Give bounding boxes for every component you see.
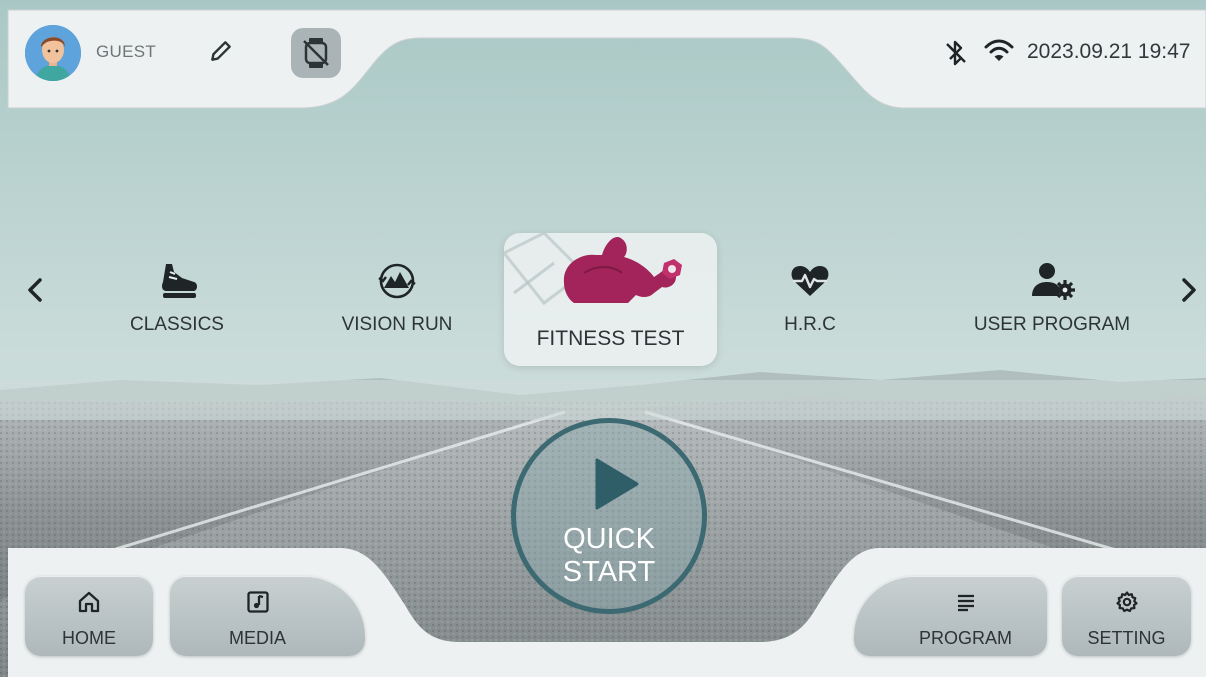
setting-label: SETTING: [1087, 628, 1166, 648]
carousel-next-button[interactable]: [1174, 270, 1204, 310]
chevron-right-icon: [1182, 278, 1196, 302]
program-label: PROGRAM: [918, 628, 1012, 648]
program-label: FITNESS TEST: [536, 327, 685, 350]
media-button[interactable]: MEDIA: [170, 576, 365, 656]
gear-icon: [1115, 591, 1138, 613]
user-name: GUEST: [96, 42, 157, 61]
home-button[interactable]: HOME: [25, 576, 153, 656]
watch-disconnected-icon: [303, 38, 329, 68]
carousel-prev-button[interactable]: [20, 270, 50, 310]
program-label: VISION RUN: [341, 314, 453, 335]
program-item-user-program[interactable]: USER PROGRAM: [967, 258, 1137, 336]
program-item-fitness-test-selected[interactable]: FITNESS TEST: [504, 233, 717, 366]
wifi-icon: [984, 38, 1014, 64]
media-label: MEDIA: [228, 628, 286, 648]
quick-start-button[interactable]: QUICK START: [511, 418, 707, 614]
datetime-display: 2023.09.21 19:47: [1027, 40, 1191, 63]
program-button[interactable]: PROGRAM: [854, 576, 1047, 656]
program-label: CLASSICS: [130, 314, 224, 335]
music-note-icon: [246, 591, 269, 613]
program-item-vision-run[interactable]: VISION RUN: [312, 258, 482, 336]
avatar-icon: [25, 25, 81, 81]
home-icon: [78, 591, 100, 613]
program-item-hrc[interactable]: H.R.C: [725, 258, 895, 336]
heart-rate-icon: [791, 266, 829, 296]
program-item-classics[interactable]: CLASSICS: [92, 258, 262, 336]
user-avatar[interactable]: [25, 25, 81, 81]
home-label: HOME: [62, 628, 116, 648]
pencil-icon[interactable]: [208, 38, 234, 64]
bluetooth-off-icon: [944, 40, 968, 66]
vision-run-icon: [378, 263, 416, 299]
list-icon: [957, 594, 974, 612]
quick-start-line1: QUICK: [563, 523, 655, 555]
program-label: H.R.C: [784, 314, 836, 335]
quick-start-label: QUICK START: [516, 523, 702, 589]
program-label: USER PROGRAM: [973, 314, 1131, 335]
play-icon: [595, 458, 639, 510]
watch-connect-button[interactable]: [291, 28, 341, 78]
treadmill-home-screen: GUEST 2023.09.21 19:47 CLASSICS VISION R…: [0, 0, 1206, 677]
quick-start-line2: START: [562, 556, 656, 588]
running-shoe-icon: [162, 264, 197, 298]
chevron-left-icon: [28, 278, 42, 302]
user-settings-icon: [1032, 263, 1075, 300]
setting-button[interactable]: SETTING: [1062, 576, 1191, 656]
fitness-figure-icon: [504, 233, 682, 306]
